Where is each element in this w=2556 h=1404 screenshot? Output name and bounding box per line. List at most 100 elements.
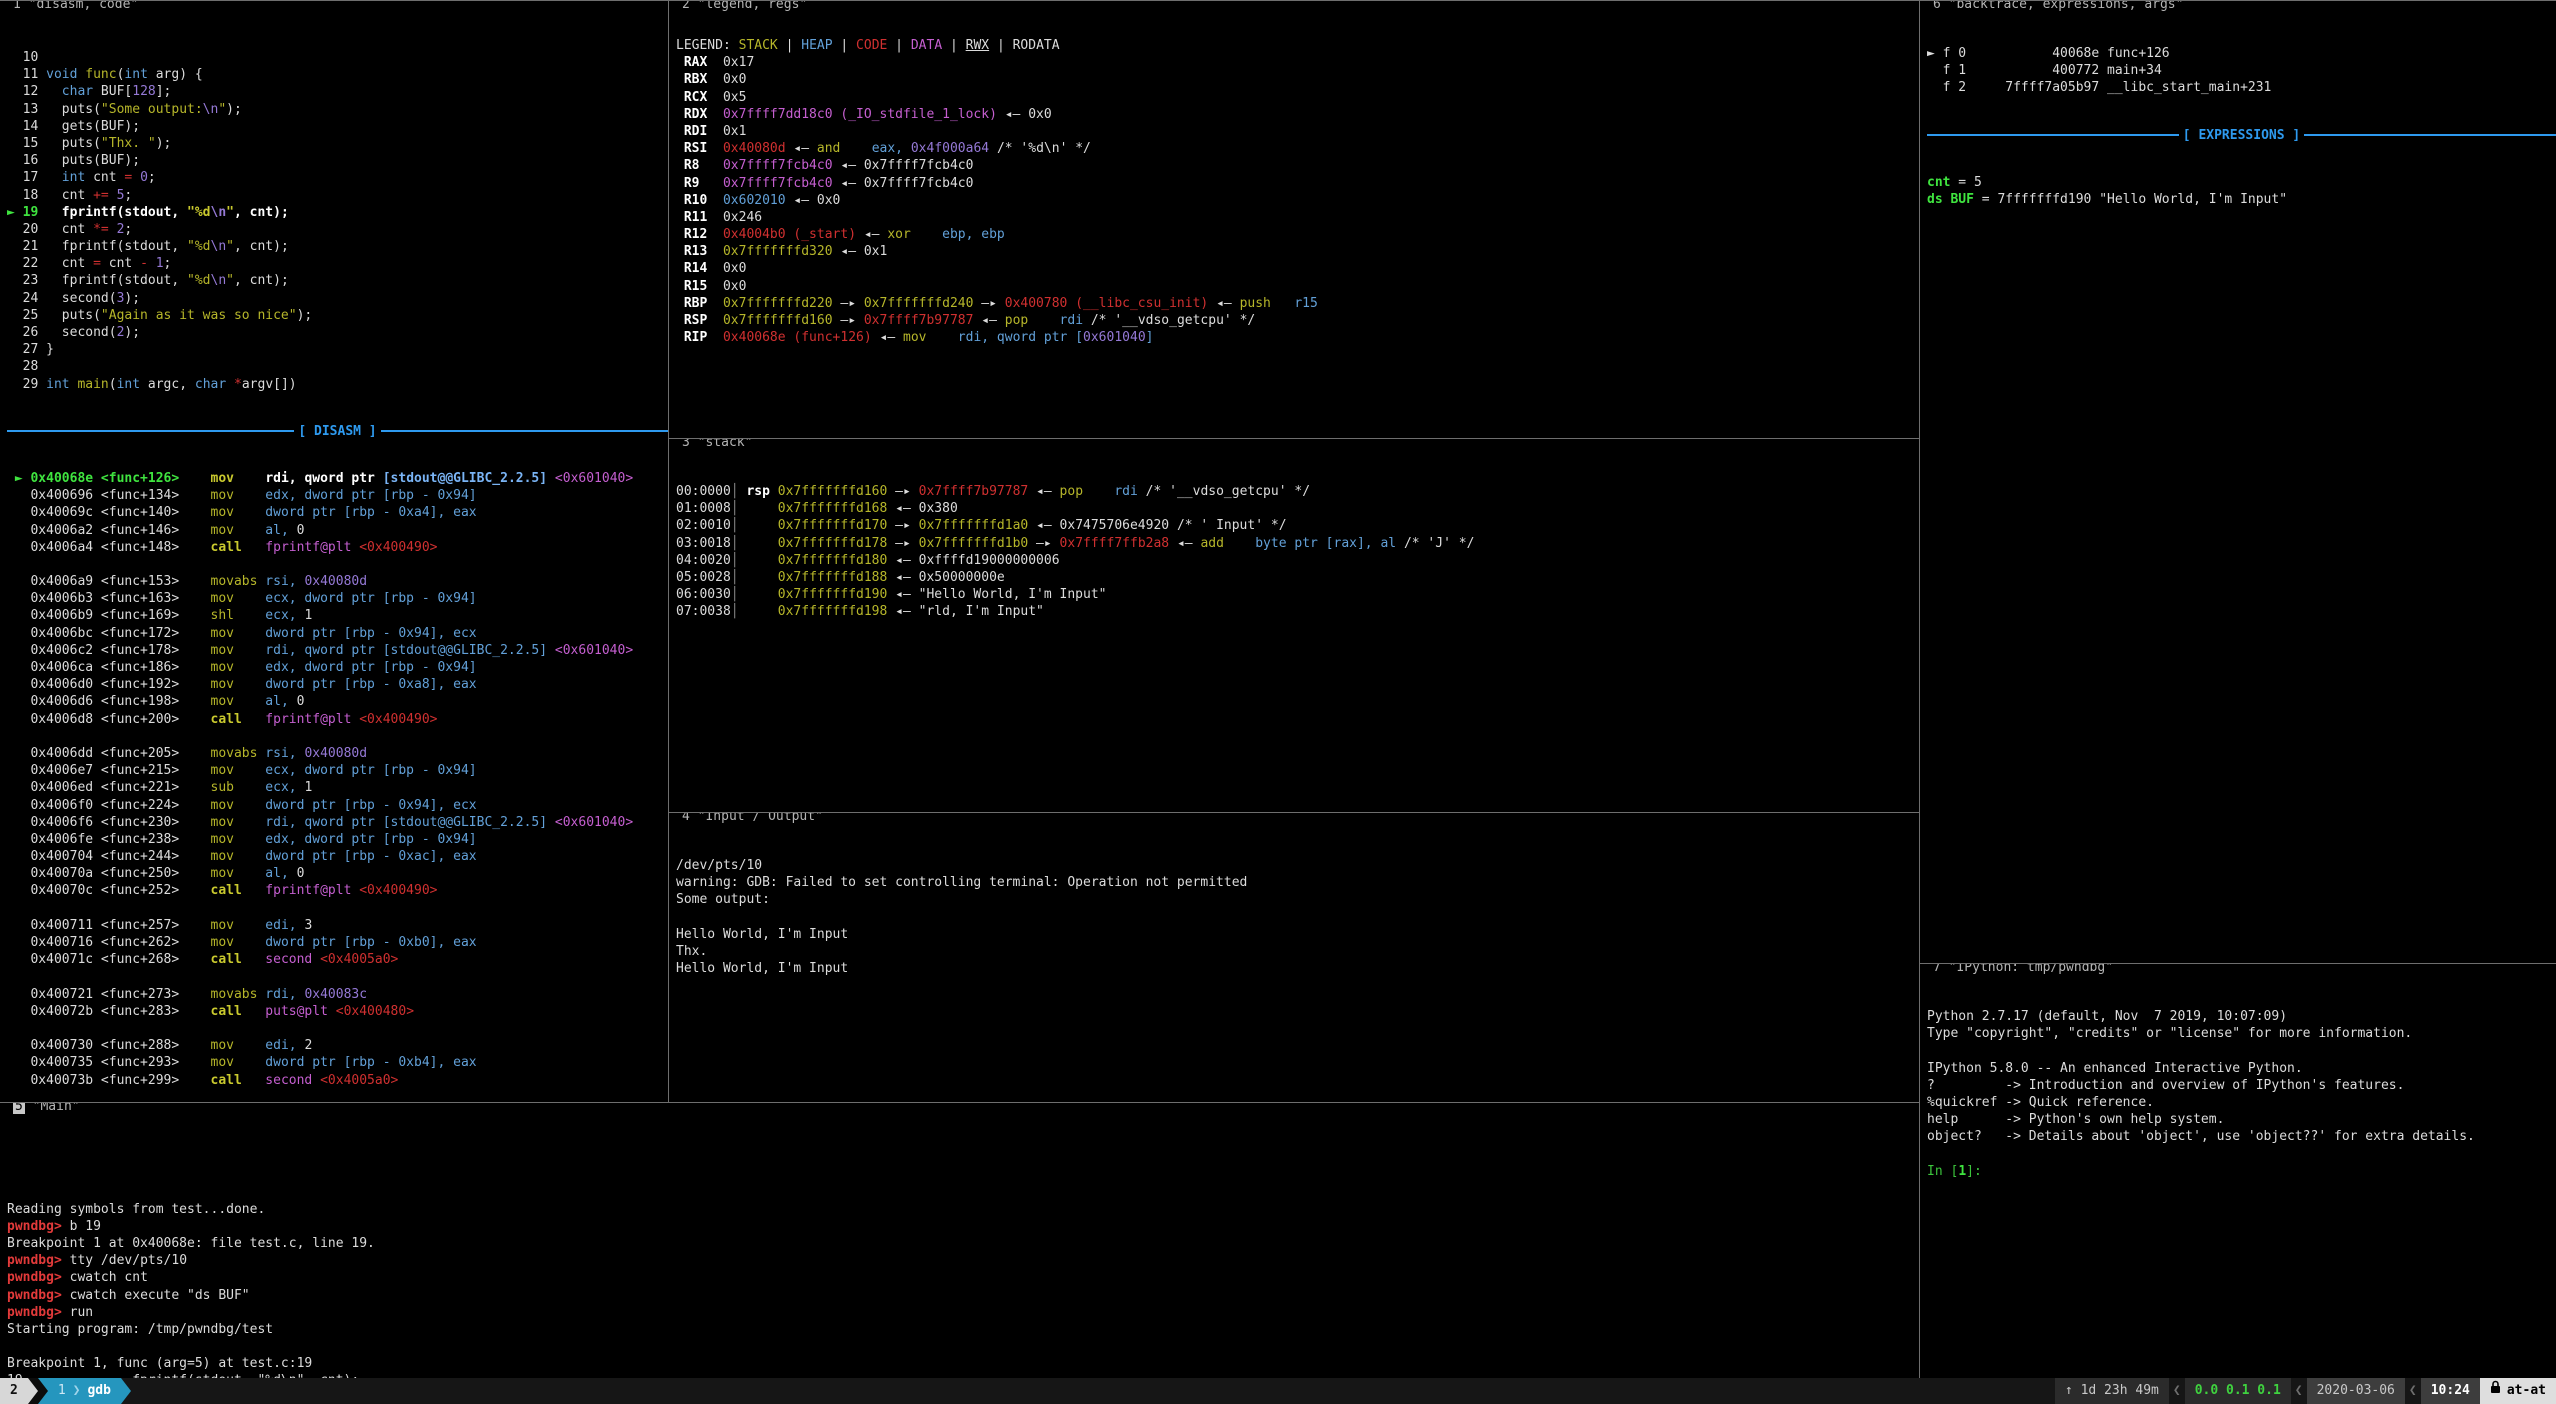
terminal-line: 0x4006fe <func+238> mov edx, dword ptr [… (7, 831, 668, 848)
terminal-line: ► 0x40068e <func+126> mov rdi, qword ptr… (7, 470, 668, 487)
tmux-status-bar: 2 1❯gdb ↑ 1d 23h 49m ❮ 0.0 0.1 0.1 ❮ 202… (0, 1378, 2556, 1404)
terminal-line: 0x4006bc <func+172> mov dword ptr [rbp -… (7, 625, 668, 642)
terminal-line (1927, 1146, 2556, 1163)
terminal-line: 02:0010│ 0x7fffffffd170 —▸ 0x7fffffffd1a… (676, 517, 1919, 534)
pane-stack[interactable]: 3 "stack" 00:0000│ rsp 0x7fffffffd160 —▸… (669, 438, 1919, 812)
chevron-right-icon: ❯ (66, 1378, 88, 1404)
terminal-line: 05:0028│ 0x7fffffffd188 ◂— 0x50000000e (676, 569, 1919, 586)
terminal-line: 0x4006c2 <func+178> mov rdi, qword ptr [… (7, 642, 668, 659)
terminal-line: 10 (7, 49, 668, 66)
pane-backtrace[interactable]: 6 "backtrace, expressions, args" ► f 0 4… (1919, 0, 2556, 963)
load-average: 0.0 0.1 0.1 (2185, 1378, 2291, 1404)
terminal-line: cnt = 5 (1927, 174, 2556, 191)
terminal-line: ► 19 fprintf(stdout, "%d\n", cnt); (7, 204, 668, 221)
window-tab-gdb[interactable]: 1❯gdb (48, 1378, 121, 1404)
terminal-line: RBX 0x0 (676, 71, 1919, 88)
terminal-line: 01:0008│ 0x7fffffffd168 ◂— 0x380 (676, 500, 1919, 517)
uptime-segment: ↑ 1d 23h 49m (2055, 1378, 2169, 1404)
terminal-line: 18 cnt += 5; (7, 187, 668, 204)
pane-title-ipython: 7 "IPython: tmp/pwndbg" (1928, 963, 2118, 974)
terminal-line: R10 0x602010 ◂— 0x0 (676, 192, 1919, 209)
terminal-line: 27 } (7, 341, 668, 358)
pane-input-output[interactable]: 4 "Input / Output" /dev/pts/10warning: G… (669, 812, 1919, 1102)
terminal-line: R9 0x7ffff7fcb4c0 ◂— 0x7ffff7fcb4c0 (676, 175, 1919, 192)
terminal-line (7, 1149, 1919, 1166)
terminal-line: R11 0x246 (676, 209, 1919, 226)
backtrace-frames: ► f 0 40068e func+126 f 1 400772 main+34… (1927, 45, 2556, 97)
terminal-line: 11 void func(int arg) { (7, 66, 668, 83)
terminal-line: pwndbg> run (7, 1304, 1919, 1321)
terminal-line: Starting program: /tmp/pwndbg/test (7, 1321, 1919, 1338)
expressions-section-separator: [ EXPRESSIONS ] (1927, 127, 2556, 144)
terminal-line (7, 968, 668, 985)
terminal-line: pwndbg> tty /dev/pts/10 (7, 1252, 1919, 1269)
terminal-line: Breakpoint 1, func (arg=5) at test.c:19 (7, 1355, 1919, 1372)
terminal-line: 0x40070a <func+250> mov al, 0 (7, 865, 668, 882)
pane-title-backtrace: 6 "backtrace, expressions, args" (1928, 0, 2188, 11)
terminal-line: 0x40069c <func+140> mov dword ptr [rbp -… (7, 504, 668, 521)
terminal-line: pwndbg> b 19 (7, 1218, 1919, 1235)
terminal-line: 0x40073b <func+299> call second <0x4005a… (7, 1072, 668, 1089)
terminal-line (7, 1020, 668, 1037)
session-badge[interactable]: 2 (0, 1378, 28, 1404)
lock-icon (2490, 1378, 2501, 1404)
stack-listing: 00:0000│ rsp 0x7fffffffd160 —▸ 0x7ffff7b… (676, 483, 1919, 621)
terminal-line: 23 fprintf(stdout, "%d\n", cnt); (7, 272, 668, 289)
uptime-arrow-icon: ↑ (2065, 1378, 2073, 1404)
terminal-line: 0x4006e7 <func+215> mov ecx, dword ptr [… (7, 762, 668, 779)
chevron-left-icon: ❮ (2169, 1378, 2185, 1404)
terminal-line (1927, 1042, 2556, 1059)
date-segment: 2020-03-06 (2307, 1378, 2405, 1404)
terminal-line: RDX 0x7ffff7dd18c0 (_IO_stdfile_1_lock) … (676, 106, 1919, 123)
terminal-line (676, 909, 1919, 926)
terminal-line: R15 0x0 (676, 278, 1919, 295)
terminal-line: 0x4006b3 <func+163> mov ecx, dword ptr [… (7, 590, 668, 607)
terminal-line: R14 0x0 (676, 260, 1919, 277)
terminal-line: Hello World, I'm Input (676, 926, 1919, 943)
pane-legend-regs[interactable]: 2 "legend, regs" LEGEND: STACK | HEAP | … (669, 0, 1919, 438)
terminal-line: 06:0030│ 0x7fffffffd190 ◂— "Hello World,… (676, 586, 1919, 603)
terminal-line: 0x400704 <func+244> mov dword ptr [rbp -… (7, 848, 668, 865)
terminal-line: 07:0038│ 0x7fffffffd198 ◂— "rld, I'm Inp… (676, 603, 1919, 620)
terminal-line (7, 1089, 668, 1102)
terminal-line: 29 int main(int argc, char *argv[]) (7, 376, 668, 393)
terminal-line: 0x4006a4 <func+148> call fprintf@plt <0x… (7, 539, 668, 556)
expressions-listing: cnt = 5ds BUF = 7fffffffd190 "Hello Worl… (1927, 174, 2556, 208)
host-segment: at-at (2480, 1378, 2556, 1404)
pane-ipython[interactable]: 7 "IPython: tmp/pwndbg" Python 2.7.17 (d… (1919, 963, 2556, 1378)
terminal-line: f 2 7ffff7a05b97 __libc_start_main+231 (1927, 79, 2556, 96)
terminal-line: 12 char BUF[128]; (7, 83, 668, 100)
terminal-line: 13 puts("Some output:\n"); (7, 101, 668, 118)
terminal-line: 28 (7, 358, 668, 375)
terminal-line: 0x40070c <func+252> call fprintf@plt <0x… (7, 882, 668, 899)
terminal-line: RSP 0x7fffffffd160 —▸ 0x7ffff7b97787 ◂— … (676, 312, 1919, 329)
pane-title-input-output: 4 "Input / Output" (677, 812, 828, 823)
terminal-line: R12 0x4004b0 (_start) ◂— xor ebp, ebp (676, 226, 1919, 243)
io-listing: /dev/pts/10warning: GDB: Failed to set c… (676, 857, 1919, 977)
registers-listing: LEGEND: STACK | HEAP | CODE | DATA | RWX… (676, 37, 1919, 346)
terminal-line: 21 fprintf(stdout, "%d\n", cnt); (7, 238, 668, 255)
terminal-line: R8 0x7ffff7fcb4c0 ◂— 0x7ffff7fcb4c0 (676, 157, 1919, 174)
terminal-line: 22 cnt = cnt - 1; (7, 255, 668, 272)
tmux-screen: 1 "disasm, code" 10 11 void func(int arg… (0, 0, 2556, 1404)
terminal-line: 17 int cnt = 0; (7, 169, 668, 186)
terminal-line: Thx. (676, 943, 1919, 960)
terminal-line: ? -> Introduction and overview of IPytho… (1927, 1077, 2556, 1094)
terminal-line: Some output: (676, 891, 1919, 908)
terminal-line: IPython 5.8.0 -- An enhanced Interactive… (1927, 1060, 2556, 1077)
terminal-line: 0x4006ed <func+221> sub ecx, 1 (7, 779, 668, 796)
terminal-line: help -> Python's own help system. (1927, 1111, 2556, 1128)
gdb-console: Reading symbols from test...done.pwndbg>… (7, 1149, 1919, 1378)
terminal-line: 25 puts("Again as it was so nice"); (7, 307, 668, 324)
status-left: 2 1❯gdb (0, 1378, 131, 1404)
terminal-line: Hello World, I'm Input (676, 960, 1919, 977)
terminal-line: pwndbg> cwatch cnt (7, 1269, 1919, 1286)
pane-main[interactable]: 5 "Main" Reading symbols from test...don… (0, 1102, 1919, 1378)
terminal-line: RCX 0x5 (676, 89, 1919, 106)
terminal-line: %quickref -> Quick reference. (1927, 1094, 2556, 1111)
disasm-listing: ► 0x40068e <func+126> mov rdi, qword ptr… (7, 470, 668, 1102)
chevron-left-icon: ❮ (2291, 1378, 2307, 1404)
pane-disasm-code[interactable]: 1 "disasm, code" 10 11 void func(int arg… (0, 0, 669, 1102)
terminal-line (7, 728, 668, 745)
terminal-line: 0x400716 <func+262> mov dword ptr [rbp -… (7, 934, 668, 951)
